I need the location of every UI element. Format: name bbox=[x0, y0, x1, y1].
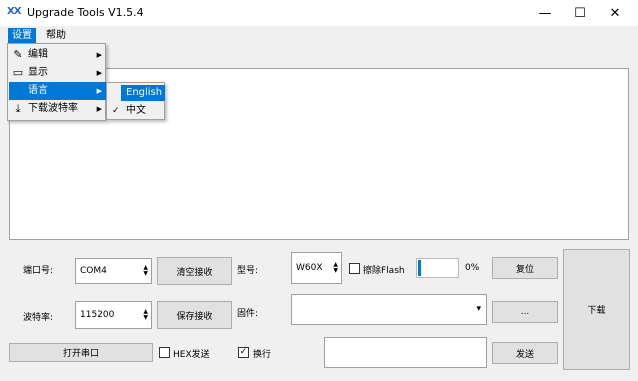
window-title: Upgrade Tools V1.5.4 bbox=[27, 6, 144, 19]
reset-button[interactable]: 复位 bbox=[492, 257, 558, 279]
menu-item-display[interactable]: ▭ 显示 ▶ bbox=[9, 64, 106, 82]
model-select[interactable]: W60X ▲ ▼ bbox=[291, 252, 342, 284]
hex-send-checkbox[interactable] bbox=[159, 347, 170, 358]
clear-receive-button[interactable]: 清空接收 bbox=[157, 257, 232, 285]
language-english[interactable]: English bbox=[121, 85, 165, 101]
progress-fill bbox=[418, 260, 421, 276]
menu-item-baudrate[interactable]: ⤓ 下载波特率 ▶ bbox=[9, 100, 106, 118]
menu-bar bbox=[0, 26, 638, 44]
language-submenu: English ✓ 中文 bbox=[106, 82, 165, 120]
port-label: 端口号: bbox=[23, 266, 54, 276]
baud-select[interactable]: 115200 ▲ ▼ bbox=[75, 301, 152, 329]
newline-checkbox[interactable]: ✓ bbox=[238, 347, 249, 358]
chevron-right-icon: ▶ bbox=[96, 105, 102, 113]
port-select[interactable]: COM4 ▲ ▼ bbox=[75, 258, 152, 284]
spinner-icon: ▲ ▼ bbox=[333, 261, 338, 274]
check-icon: ✓ bbox=[239, 347, 248, 357]
baud-label: 波特率: bbox=[23, 313, 54, 323]
chevron-right-icon: ▶ bbox=[96, 87, 102, 95]
send-input[interactable] bbox=[324, 337, 487, 368]
model-label: 型号: bbox=[237, 266, 259, 276]
hex-send-label: HEX发送 bbox=[173, 350, 210, 360]
newline-label: 换行 bbox=[253, 350, 272, 360]
send-button[interactable]: 发送 bbox=[492, 342, 558, 364]
close-button[interactable]: ✕ bbox=[592, 0, 638, 26]
download-button[interactable]: 下载 bbox=[563, 249, 630, 370]
menu-help[interactable]: 帮助 bbox=[42, 28, 70, 43]
menu-item-edit[interactable]: ✎ 编辑 ▶ bbox=[9, 46, 106, 64]
spinner-icon: ▲ ▼ bbox=[143, 308, 148, 321]
app-logo-icon: XX bbox=[7, 6, 21, 17]
edit-icon: ✎ bbox=[13, 48, 23, 61]
monitor-icon: ▭ bbox=[12, 66, 24, 79]
language-chinese[interactable]: 中文 bbox=[121, 103, 165, 119]
erase-flash-checkbox[interactable] bbox=[349, 263, 360, 274]
progress-bar bbox=[416, 258, 459, 278]
spinner-icon: ▲ ▼ bbox=[143, 264, 148, 277]
menu-item-language[interactable]: 语言 ▶ bbox=[9, 82, 106, 100]
erase-flash-label: 擦除Flash bbox=[363, 266, 405, 276]
browse-button[interactable]: ... bbox=[492, 301, 558, 323]
settings-dropdown: ✎ 编辑 ▶ ▭ 显示 ▶ 语言 ▶ ⤓ 下载波特率 ▶ bbox=[7, 43, 106, 121]
save-receive-button[interactable]: 保存接收 bbox=[157, 301, 232, 329]
download-icon: ⤓ bbox=[15, 102, 21, 115]
open-port-button[interactable]: 打开串口 bbox=[9, 343, 153, 362]
chevron-down-icon: ▾ bbox=[476, 304, 481, 314]
menu-settings[interactable]: 设置 bbox=[8, 28, 36, 43]
check-icon: ✓ bbox=[112, 106, 120, 116]
progress-text: 0% bbox=[465, 263, 480, 273]
firmware-label: 固件: bbox=[237, 309, 259, 319]
chevron-right-icon: ▶ bbox=[96, 51, 102, 59]
firmware-select[interactable]: ▾ bbox=[291, 294, 487, 325]
chevron-right-icon: ▶ bbox=[96, 69, 102, 77]
